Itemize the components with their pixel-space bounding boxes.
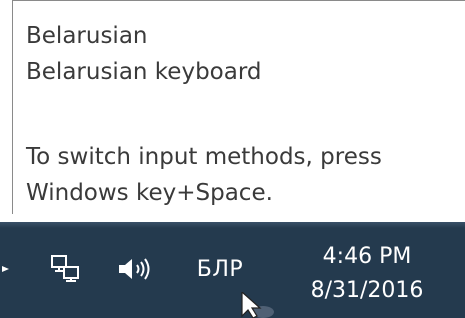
clock-time: 4:46 PM	[322, 244, 412, 269]
tooltip-language-name: Belarusian	[26, 23, 148, 49]
network-button[interactable]	[46, 250, 84, 288]
tooltip-hint-line-1: To switch input methods, press	[26, 144, 382, 170]
input-language-indicator[interactable]: БЛР	[180, 244, 260, 294]
show-hidden-icons-button[interactable]	[0, 254, 14, 284]
mouse-pointer-icon	[241, 292, 262, 318]
volume-button[interactable]	[112, 250, 160, 288]
language-tooltip: Belarusian Belarusian keyboard To switch…	[12, 0, 465, 214]
tooltip-keyboard-name: Belarusian keyboard	[26, 59, 262, 85]
tooltip-hint-line-2: Windows key+Space.	[26, 180, 273, 206]
volume-icon	[119, 258, 150, 280]
chevron-left-icon	[2, 266, 9, 272]
taskbar-top-edge	[0, 222, 465, 228]
clock-date: 8/31/2016	[310, 278, 424, 303]
network-icon	[51, 255, 79, 282]
taskbar: БЛР 4:46 PM 8/31/2016	[0, 222, 465, 318]
clock-button[interactable]: 4:46 PM 8/31/2016	[282, 236, 452, 312]
